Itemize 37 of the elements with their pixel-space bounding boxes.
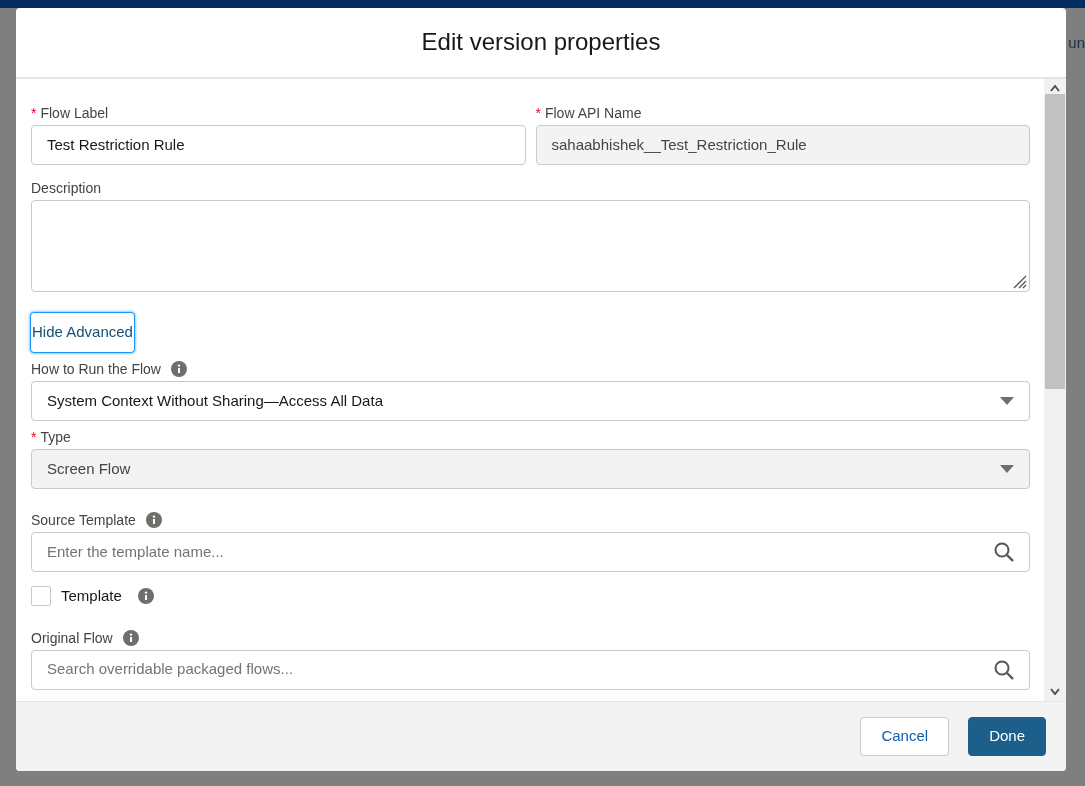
resize-grip-icon[interactable] [1011,273,1027,289]
checkbox[interactable] [31,586,51,607]
required-asterisk: * [535,104,541,123]
dropdown-caret-icon [1000,397,1014,405]
scrollbar-thumb[interactable] [1045,94,1065,389]
info-icon[interactable] [137,588,154,605]
required-asterisk: * [31,104,37,123]
search-icon [994,659,1014,680]
textarea-field[interactable] [31,200,1030,292]
cancel-button[interactable]: Cancel [860,717,950,756]
input-field[interactable]: Test Restriction Rule [31,125,526,165]
field-label: Flow API Name [544,104,642,123]
field-label: Source Template [31,511,136,530]
select-field[interactable]: System Context Without Sharing—Access All Data [31,381,1030,421]
dropdown-caret-icon [1000,465,1014,473]
advanced-toggle-button[interactable]: Hide Advanced [30,312,135,353]
scroll-up-icon[interactable] [1050,84,1060,92]
info-icon[interactable] [170,361,187,377]
search-field[interactable]: Search overridable packaged flows... [31,649,1030,690]
done-button[interactable]: Done [968,717,1046,756]
scroll-down-icon[interactable] [1050,687,1060,695]
select-field: Screen Flow [31,449,1030,489]
scrollbar[interactable] [1044,79,1066,701]
field-label: Flow Label [40,104,109,123]
field-label: Description [31,179,102,198]
search-icon [994,542,1014,562]
info-icon[interactable] [122,629,139,646]
search-field[interactable]: Enter the template name... [31,532,1030,572]
field-label: Type [40,428,71,447]
background-text: un [1068,33,1085,53]
field-label: Original Flow [31,628,113,648]
checkbox-label: Template [61,586,122,606]
modal-title: Edit version properties [421,28,661,57]
required-asterisk: * [31,428,37,447]
read-only-field: sahaabhishek__Test_Restriction_Rule [535,125,1030,165]
field-label: How to Run the Flow [31,360,161,379]
info-icon[interactable] [145,512,162,528]
